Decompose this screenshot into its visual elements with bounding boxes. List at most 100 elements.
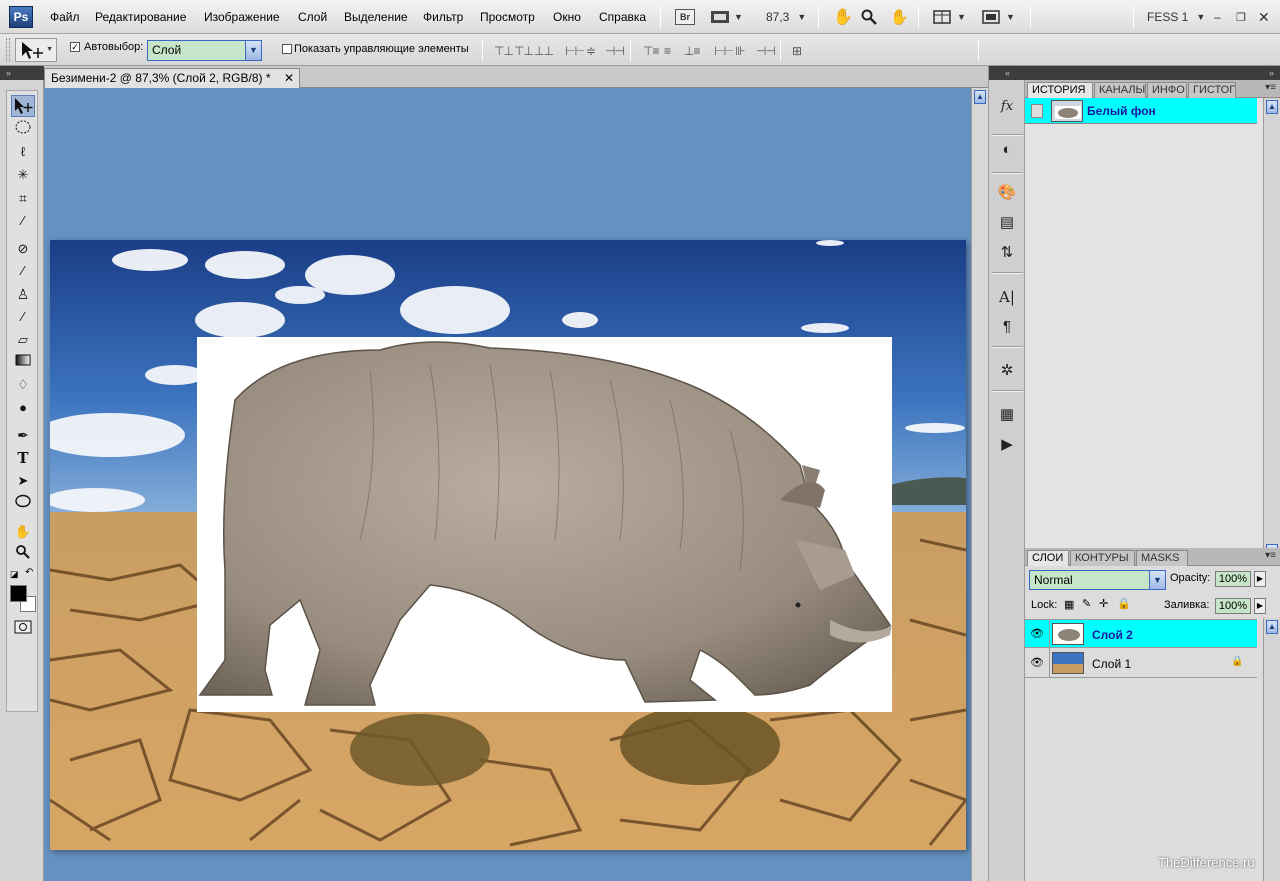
menu-view[interactable]: Просмотр	[480, 10, 535, 24]
distribute-bottom-icon[interactable]: ⊥≡	[684, 44, 701, 58]
tab-history[interactable]: ИСТОРИЯ	[1027, 82, 1093, 98]
panel-menu-icon[interactable]: ▾≡	[1265, 550, 1276, 561]
tool-preset-picker[interactable]: ▼	[15, 38, 57, 62]
canvas-vertical-scrollbar[interactable]: ▲	[971, 88, 988, 881]
default-colors-icon[interactable]: ◪	[10, 569, 19, 580]
swatches-panel-icon[interactable]: 🎨	[995, 182, 1019, 204]
crop-tool[interactable]: ⌗	[11, 187, 35, 209]
magic-wand-tool[interactable]: ✳	[11, 164, 35, 186]
pen-tool[interactable]: ✒	[11, 424, 35, 446]
restore-button[interactable]: ❐	[1236, 8, 1246, 26]
tab-channels[interactable]: КАНАЛЫ	[1094, 82, 1146, 98]
extras-dropdown[interactable]: ▼	[710, 8, 743, 26]
document-tab[interactable]: Безимени-2 @ 87,3% (Слой 2, RGB/8) * ✕	[44, 68, 300, 88]
dodge-tool[interactable]: ●	[11, 397, 35, 419]
distribute-top-icon[interactable]: ⊤≡	[643, 44, 660, 58]
character-panel-icon[interactable]: A|	[995, 286, 1019, 308]
screen-mode-dropdown[interactable]: ▼	[982, 8, 1015, 26]
type-tool[interactable]: T	[11, 447, 35, 469]
adjustments-panel-icon[interactable]: ◐	[995, 139, 1019, 161]
options-grip[interactable]	[6, 38, 10, 62]
zoom-dropdown[interactable]: 87,3 ▼	[766, 8, 806, 26]
foreground-color-swatch[interactable]	[10, 585, 27, 602]
eraser-tool[interactable]: ▱	[11, 329, 35, 351]
autoselect-checkbox[interactable]: ✓	[70, 42, 80, 52]
menu-file[interactable]: Файл	[50, 10, 80, 24]
canvas-area[interactable]	[44, 88, 971, 881]
panel-menu-icon[interactable]: ▾≡	[1265, 82, 1276, 93]
animation-panel-icon[interactable]: ▶	[995, 434, 1019, 456]
menu-filter[interactable]: Фильтр	[423, 10, 463, 24]
zoom-tool-button[interactable]	[861, 8, 877, 26]
move-tool[interactable]	[11, 95, 35, 117]
rotate-view-button[interactable]: ✋	[890, 8, 909, 26]
styles-panel-icon[interactable]: fx	[995, 96, 1019, 118]
distribute-right-icon[interactable]: ⊣⊣	[756, 44, 776, 58]
tab-histogram[interactable]: ГИСТОГР	[1188, 82, 1236, 98]
align-top-icon[interactable]: ⊤⊥	[494, 44, 514, 58]
eye-icon[interactable]: 👁	[1029, 626, 1045, 642]
tab-masks[interactable]: MASKS	[1136, 550, 1188, 566]
lock-all-icon[interactable]: 🔒	[1117, 597, 1131, 610]
distribute-left-icon[interactable]: ⊢⊢	[714, 44, 734, 58]
lock-image-icon[interactable]: ✎	[1082, 597, 1091, 610]
lock-transparent-icon[interactable]: ▦	[1064, 598, 1074, 611]
layers-scrollbar[interactable]: ▲	[1263, 618, 1280, 881]
menu-edit[interactable]: Редактирование	[95, 10, 186, 24]
align-vcenter-icon[interactable]: ⊤⊥	[514, 44, 534, 58]
zoom-tool[interactable]	[11, 544, 35, 566]
align-right-icon[interactable]: ⊣⊣	[605, 44, 625, 58]
fill-input[interactable]: 100%	[1215, 598, 1251, 614]
hand-tool[interactable]: ✋	[11, 521, 35, 543]
history-scrollbar[interactable]: ▲ ▼	[1263, 98, 1280, 562]
shape-tool[interactable]	[11, 493, 35, 515]
scroll-up-icon[interactable]: ▲	[1266, 100, 1278, 114]
close-app-button[interactable]: ✕	[1258, 8, 1270, 26]
hand-tool-button[interactable]: ✋	[833, 8, 853, 26]
brushes-panel-icon[interactable]: ▤	[995, 212, 1019, 234]
blend-mode-select[interactable]: Normal ▼	[1029, 570, 1166, 590]
dock-collapse-bar[interactable]: «	[989, 66, 1026, 80]
app-logo[interactable]: Ps	[9, 6, 33, 28]
scroll-up-icon[interactable]: ▲	[1266, 620, 1278, 634]
workspace-switcher[interactable]: FESS 1 ▼	[1147, 8, 1205, 26]
clone-stamp-tool[interactable]: ♙	[11, 283, 35, 305]
tools-collapse-bar[interactable]: »	[0, 66, 44, 80]
minimize-button[interactable]: –	[1214, 8, 1221, 26]
menu-select[interactable]: Выделение	[344, 10, 408, 24]
gradient-tool[interactable]	[11, 351, 35, 373]
marquee-tool[interactable]	[11, 119, 35, 141]
blur-tool[interactable]: ♢	[11, 374, 35, 396]
arrange-documents-dropdown[interactable]: ▼	[933, 8, 966, 26]
menu-image[interactable]: Изображение	[204, 10, 280, 24]
quick-mask-button[interactable]	[11, 619, 35, 641]
auto-align-layers-icon[interactable]: ⊞	[792, 44, 802, 58]
layer-row[interactable]: 👁 Слой 1 🔒	[1025, 649, 1257, 678]
align-hcenter-icon[interactable]: ≑	[586, 44, 596, 58]
history-brush-tool[interactable]: ⁄	[11, 306, 35, 328]
panel-collapse-bar[interactable]: »	[1025, 66, 1280, 80]
distribute-hcenter-icon[interactable]: ⊪	[735, 44, 746, 58]
history-source-box[interactable]	[1031, 104, 1043, 118]
show-transform-controls-checkbox[interactable]	[282, 44, 292, 54]
brush-tool[interactable]: ⁄	[11, 260, 35, 282]
tab-info[interactable]: ИНФО	[1147, 82, 1187, 98]
autoselect-select[interactable]: Слой ▼	[147, 40, 262, 61]
menu-layer[interactable]: Слой	[298, 10, 327, 24]
scroll-up-icon[interactable]: ▲	[974, 90, 986, 104]
eye-icon[interactable]: 👁	[1029, 655, 1045, 671]
document-canvas[interactable]	[50, 240, 966, 850]
menu-window[interactable]: Окно	[553, 10, 581, 24]
opacity-input[interactable]: 100%	[1215, 571, 1251, 587]
clone-source-panel-icon[interactable]: ⇅	[995, 242, 1019, 264]
path-selection-tool[interactable]: ➤	[11, 470, 35, 492]
actions-panel-icon[interactable]: ▦	[995, 404, 1019, 426]
opacity-slider-arrow-icon[interactable]: ▶	[1254, 571, 1266, 587]
history-snapshot-row[interactable]: Белый фон	[1025, 98, 1257, 124]
distribute-vcenter-icon[interactable]: ≡	[664, 44, 671, 58]
lock-position-icon[interactable]: ✛	[1099, 597, 1108, 610]
layer-row[interactable]: 👁 Слой 2	[1025, 619, 1257, 649]
eyedropper-tool[interactable]: ⁄	[11, 210, 35, 232]
paragraph-panel-icon[interactable]: ¶	[995, 316, 1019, 338]
navigator-panel-icon[interactable]: ✲	[995, 360, 1019, 382]
